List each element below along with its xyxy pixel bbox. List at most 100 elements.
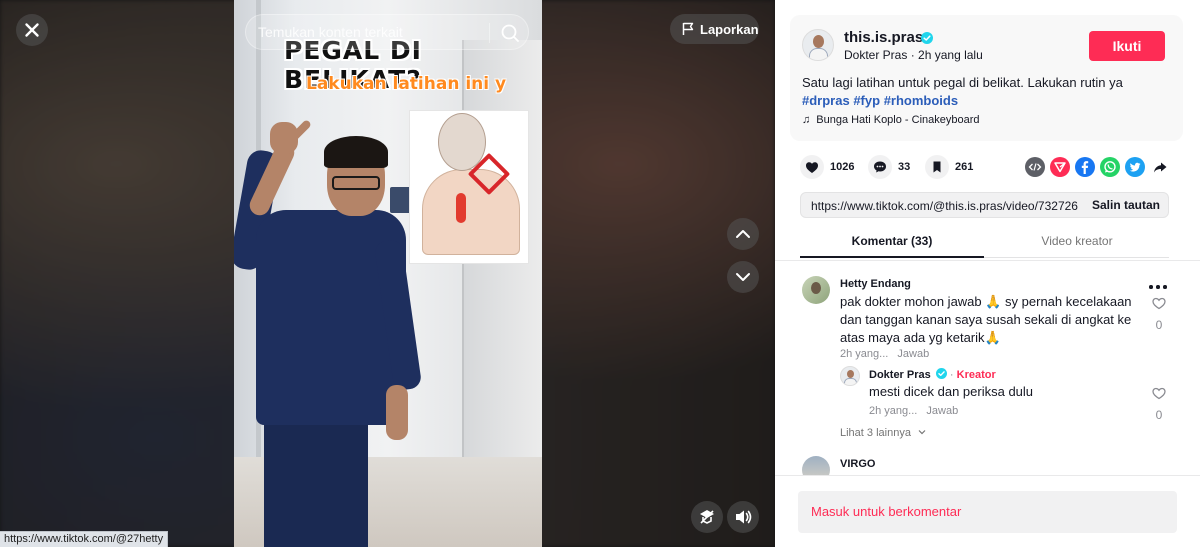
- music-link[interactable]: ♫ Bunga Hati Koplo - Cinakeyboard: [802, 114, 980, 126]
- share-whatsapp-button[interactable]: [1100, 157, 1120, 177]
- comment-like-button[interactable]: 0: [1149, 295, 1169, 332]
- comment-icon: [874, 161, 886, 173]
- tiktok-video-page: PEGAL DI BELIKAT? Lakukan latihan ini y: [0, 0, 1200, 547]
- chevron-down-icon: [918, 430, 926, 435]
- section-divider: [775, 260, 1200, 261]
- report-button[interactable]: Laporkan: [670, 14, 759, 44]
- flag-icon: [682, 22, 694, 35]
- reply-like-button[interactable]: 0: [1149, 385, 1169, 422]
- comment-like-count: 0: [1155, 318, 1163, 332]
- comment-author[interactable]: VIRGO: [840, 458, 875, 470]
- music-note-icon: ♫: [802, 114, 811, 126]
- see-more-label: Lihat 3 lainnya: [840, 427, 911, 439]
- comment-avatar[interactable]: [802, 276, 830, 304]
- chevron-up-icon: [736, 230, 750, 238]
- avatar-body: [809, 48, 828, 60]
- whatsapp-icon: [1104, 161, 1116, 173]
- video-link-text[interactable]: https://www.tiktok.com/@this.is.pras/vid…: [811, 199, 1079, 213]
- more-dot: [1149, 285, 1153, 289]
- login-to-comment-button[interactable]: Masuk untuk berkomentar: [798, 491, 1177, 533]
- person-pants: [264, 418, 368, 547]
- chevron-down-icon: [736, 273, 750, 281]
- report-label: Laporkan: [700, 22, 759, 37]
- embed-icon: [1028, 163, 1042, 171]
- favorite-count: 261: [955, 161, 974, 173]
- comment-more-button[interactable]: [1147, 283, 1171, 291]
- copy-link-button[interactable]: Salin tautan: [1083, 193, 1169, 217]
- author-avatar[interactable]: [802, 29, 834, 61]
- comment-login-bar: Masuk untuk berkomentar: [775, 475, 1200, 547]
- reply-avatar[interactable]: [840, 366, 860, 386]
- reply-button[interactable]: Jawab: [926, 405, 958, 417]
- details-panel: this.is.pras Dokter Pras · 2h yang lalu …: [775, 0, 1200, 547]
- search-icon: [501, 24, 519, 42]
- description-text: Satu lagi latihan untuk pegal di belikat…: [802, 75, 1123, 90]
- comment-author[interactable]: Hetty Endang: [840, 278, 911, 290]
- comment-count: 33: [898, 161, 911, 173]
- floating-player-icon: [700, 510, 714, 524]
- tab-comments[interactable]: Komentar (33): [800, 225, 984, 258]
- favorite-circle: [925, 155, 949, 179]
- avatar-head: [847, 370, 854, 378]
- comment-line: dan tanggan kanan saya susah sekali di a…: [840, 312, 1132, 327]
- hashtag-link[interactable]: #rhomboids: [884, 93, 958, 108]
- next-video-button[interactable]: [727, 261, 759, 293]
- like-button[interactable]: 1026: [800, 155, 860, 179]
- reply-author-name[interactable]: Dokter Pras: [869, 369, 931, 381]
- tab-creator-videos[interactable]: Video kreator: [985, 225, 1169, 258]
- follow-button[interactable]: Ikuti: [1089, 31, 1165, 61]
- reply-like-count: 0: [1155, 408, 1163, 422]
- previous-video-button[interactable]: [727, 218, 759, 250]
- reply-time: 2h yang...: [869, 405, 918, 417]
- more-dot: [1163, 285, 1167, 289]
- comment-circle: [868, 155, 892, 179]
- like-count: 1026: [830, 161, 855, 173]
- comment-button[interactable]: 33: [868, 155, 920, 179]
- creator-badge: Kreator: [956, 369, 996, 381]
- favorite-button[interactable]: 261: [925, 155, 977, 179]
- search-button[interactable]: [494, 17, 526, 49]
- search-divider: [489, 23, 490, 43]
- verified-badge-icon: [921, 32, 933, 44]
- video-player-area: PEGAL DI BELIKAT? Lakukan latihan ini y: [0, 0, 775, 547]
- volume-button[interactable]: [727, 501, 759, 533]
- facebook-icon: [1081, 161, 1089, 174]
- reply-text: mesti dicek dan periksa dulu: [869, 384, 1034, 399]
- reply-meta: 2h yang... Jawab: [869, 405, 958, 417]
- reply-author: Dokter Pras · Kreator: [869, 368, 996, 381]
- search-input[interactable]: [258, 15, 484, 49]
- related-search-bar: [245, 14, 529, 50]
- dot-separator: ·: [949, 369, 957, 381]
- see-more-replies-button[interactable]: Lihat 3 lainnya: [840, 427, 927, 439]
- embed-button[interactable]: [1025, 157, 1045, 177]
- floating-player-button[interactable]: [691, 501, 723, 533]
- video-frame[interactable]: PEGAL DI BELIKAT? Lakukan latihan ini y: [234, 0, 542, 547]
- person-glasses: [332, 176, 380, 190]
- person-hair: [324, 136, 388, 168]
- author-username[interactable]: this.is.pras: [844, 29, 923, 46]
- author-display-name: Dokter Pras: [844, 48, 908, 62]
- share-twitter-button[interactable]: [1125, 157, 1145, 177]
- status-bar-url: https://www.tiktok.com/@27hetty: [0, 531, 169, 547]
- person-hand-right: [386, 385, 408, 440]
- comment-line: atas maya ada yg ketarik🙏: [840, 330, 1001, 345]
- send-icon: [1054, 162, 1066, 173]
- reply-button[interactable]: Jawab: [897, 348, 929, 360]
- share-facebook-button[interactable]: [1075, 157, 1095, 177]
- close-icon: [25, 23, 39, 37]
- hashtag-link[interactable]: #fyp: [853, 93, 880, 108]
- video-caption-subtitle: Lakukan latihan ini y: [306, 74, 507, 94]
- shoulder-anatomy-illustration: [409, 110, 529, 264]
- twitter-icon: [1129, 162, 1141, 172]
- comment-meta: 2h yang... Jawab: [840, 348, 929, 360]
- comment-time: 2h yang...: [840, 348, 889, 360]
- share-arrow-icon: [1154, 162, 1167, 173]
- close-button[interactable]: [16, 14, 48, 46]
- hashtag-link[interactable]: #drpras: [802, 93, 850, 108]
- video-description: Satu lagi latihan untuk pegal di belikat…: [802, 74, 1172, 110]
- more-dot: [1156, 285, 1160, 289]
- like-circle: [800, 155, 824, 179]
- send-to-friends-button[interactable]: [1050, 157, 1070, 177]
- video-info-card: this.is.pras Dokter Pras · 2h yang lalu …: [790, 15, 1183, 141]
- more-share-button[interactable]: [1150, 157, 1170, 177]
